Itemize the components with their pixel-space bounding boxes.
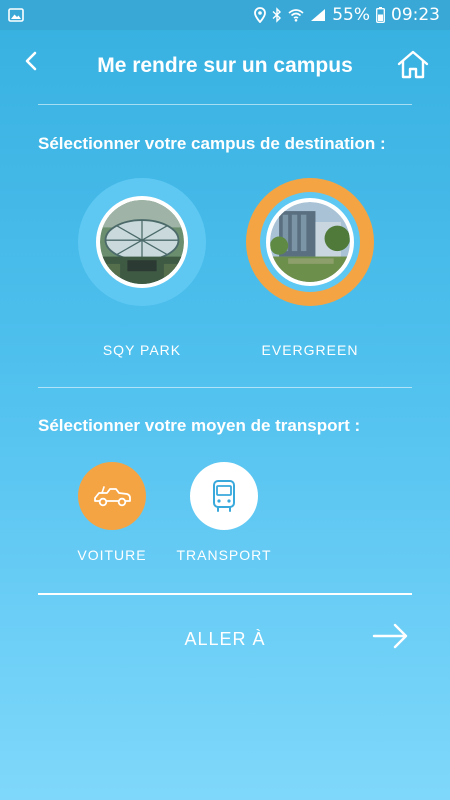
home-button[interactable] [396, 48, 430, 82]
header: Me rendre sur un campus [0, 38, 450, 94]
campus-photo-evergreen [270, 202, 350, 282]
action-divider [38, 593, 412, 595]
transport-label-car: VOITURE [77, 547, 147, 563]
campus-photo-frame [96, 196, 188, 288]
transport-option-public[interactable] [190, 462, 258, 530]
clock: 09:23 [391, 5, 440, 25]
go-arrow-button[interactable] [372, 622, 410, 650]
transport-label-public: TRANSPORT [176, 547, 272, 563]
campus-label-sqy-park: SQY PARK [102, 342, 182, 358]
status-left [8, 8, 24, 22]
bluetooth-icon [272, 7, 282, 23]
status-right: 55% 09:23 [254, 5, 440, 25]
transport-section-heading: Sélectionner votre moyen de transport : [38, 416, 361, 435]
header-divider [38, 104, 412, 105]
transport-option-car[interactable] [78, 462, 146, 530]
campus-photo-sqy-park [100, 200, 184, 284]
campus-label-evergreen: EVERGREEN [261, 342, 359, 358]
battery-percent: 55% [332, 5, 370, 25]
status-bar: 55% 09:23 [0, 0, 450, 30]
campus-evergreen[interactable] [246, 178, 374, 306]
wifi-icon [288, 9, 304, 22]
campus-sqy-park[interactable] [78, 178, 206, 306]
home-icon [397, 50, 429, 79]
campus-photo-frame [266, 198, 354, 286]
image-icon [8, 8, 24, 22]
section-divider [38, 387, 412, 388]
bus-icon [213, 480, 235, 512]
signal-icon [311, 9, 326, 21]
battery-icon [376, 7, 385, 23]
location-icon [254, 7, 267, 23]
page-title: Me rendre sur un campus [97, 54, 353, 77]
arrow-right-icon [372, 623, 408, 649]
car-icon [94, 486, 131, 507]
campus-section-heading: Sélectionner votre campus de destination… [38, 134, 386, 153]
